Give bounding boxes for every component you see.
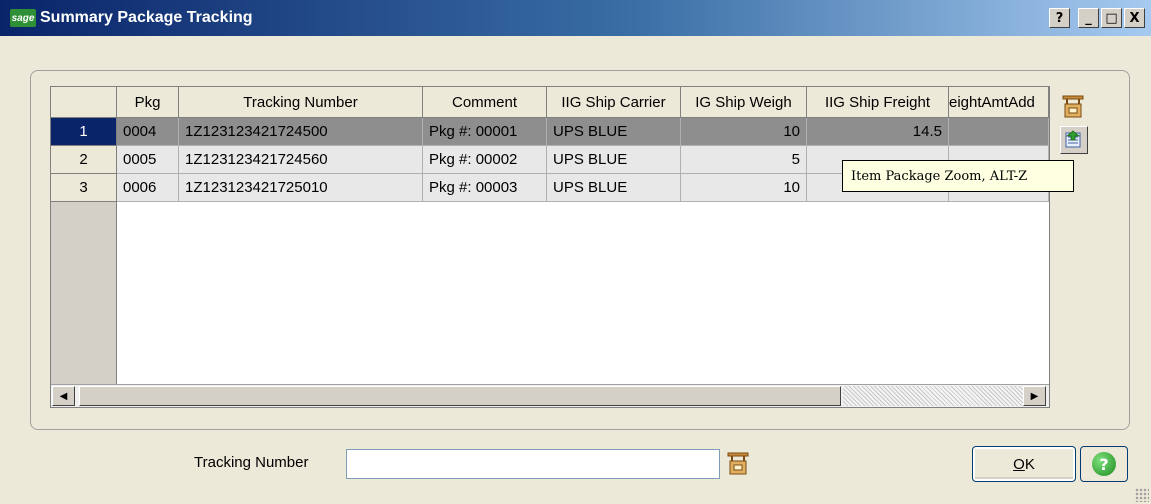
resize-grip[interactable] (1135, 488, 1149, 502)
table-cell-pkg[interactable]: 0005 (117, 146, 179, 174)
table-cell-comment[interactable]: Pkg #: 00002 (423, 146, 547, 174)
scroll-right-button[interactable]: ▶ (1023, 386, 1046, 406)
table-cell-comment[interactable]: Pkg #: 00001 (423, 118, 547, 146)
scroll-thumb[interactable] (79, 386, 841, 406)
table-cell-tracking[interactable]: 1Z123123421725010 (179, 174, 423, 202)
table-cell-carrier[interactable]: UPS BLUE (547, 118, 681, 146)
sage-logo: sage (10, 9, 36, 27)
minimize-button[interactable]: _ (1078, 8, 1099, 28)
column-header-tracking-number[interactable]: Tracking Number (179, 87, 423, 118)
table-cell-extra[interactable] (949, 118, 1049, 146)
table-cell-pkg[interactable]: 0006 (117, 174, 179, 202)
close-button[interactable]: X (1124, 8, 1145, 28)
scroll-track[interactable] (843, 386, 1023, 406)
table-cell-freight[interactable]: 14.5 (807, 118, 949, 146)
table-cell-carrier[interactable]: UPS BLUE (547, 146, 681, 174)
column-header-comment[interactable]: Comment (423, 87, 547, 118)
table-cell-tracking[interactable]: 1Z123123421724500 (179, 118, 423, 146)
table-cell-carrier[interactable]: UPS BLUE (547, 174, 681, 202)
help-icon: ? (1092, 452, 1116, 476)
tracking-number-label: Tracking Number (194, 454, 309, 471)
help-title-button[interactable]: ? (1049, 8, 1070, 28)
lookup-icon[interactable] (726, 451, 750, 477)
ok-button-accel: O (1013, 455, 1025, 473)
table-cell-weight[interactable]: 5 (681, 146, 807, 174)
table-cell-pkg[interactable]: 0004 (117, 118, 179, 146)
item-package-zoom-icon (1065, 130, 1081, 148)
zoom-tooltip: Item Package Zoom, ALT-Z (842, 160, 1074, 192)
item-package-zoom-button[interactable] (1060, 126, 1088, 154)
row-header[interactable]: 1 (51, 118, 117, 146)
customizer-icon[interactable] (1061, 94, 1085, 120)
row-header[interactable]: 2 (51, 146, 117, 174)
maximize-button[interactable]: □ (1101, 8, 1122, 28)
window-controls: ? _ □ X (1049, 8, 1145, 28)
row-header[interactable]: 3 (51, 174, 117, 202)
table-cell-weight[interactable]: 10 (681, 118, 807, 146)
column-header-ship-carrier[interactable]: IIG Ship Carrier (547, 87, 681, 118)
help-button[interactable]: ? (1080, 446, 1128, 482)
column-header-ship-weight[interactable]: IG Ship Weigh (681, 87, 807, 118)
table-cell-weight[interactable]: 10 (681, 174, 807, 202)
column-header-ship-freight[interactable]: IIG Ship Freight (807, 87, 949, 118)
column-header-pkg[interactable]: Pkg (117, 87, 179, 118)
tracking-number-input[interactable] (346, 449, 720, 479)
ok-button-label: K (1024, 455, 1035, 473)
title-bar: sage Summary Package Tracking ? _ □ X (0, 0, 1151, 36)
scroll-left-button[interactable]: ◀ (52, 386, 75, 406)
column-header-freight-amt-add[interactable]: eightAmtAdd (949, 87, 1049, 118)
table-cell-comment[interactable]: Pkg #: 00003 (423, 174, 547, 202)
horizontal-scrollbar[interactable]: ◀ ▶ (51, 384, 1049, 407)
window-title: Summary Package Tracking (40, 9, 253, 26)
grid-corner[interactable] (51, 87, 117, 118)
ok-button[interactable]: OK (972, 446, 1076, 482)
package-grid[interactable]: Pkg Tracking Number Comment IIG Ship Car… (50, 86, 1050, 408)
table-cell-tracking[interactable]: 1Z123123421724560 (179, 146, 423, 174)
